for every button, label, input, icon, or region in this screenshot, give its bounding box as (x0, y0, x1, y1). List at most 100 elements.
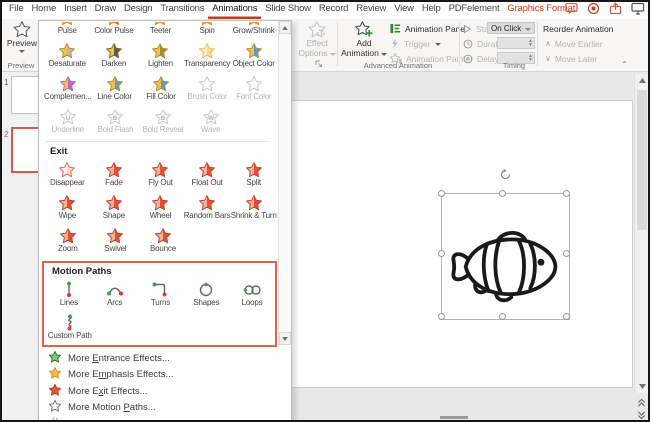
effect-wipe[interactable]: Wipe (44, 191, 91, 224)
tab-pdfelement[interactable]: PDFelement (445, 0, 504, 19)
presenter-icon[interactable] (631, 2, 645, 20)
star-icon (107, 226, 124, 244)
resize-handle[interactable] (438, 250, 445, 257)
scrollbar-thumb[interactable] (637, 90, 647, 230)
effect-disappear[interactable]: Disappear (44, 158, 91, 191)
collapse-ribbon-icon[interactable]: ⌃ (621, 60, 628, 69)
effect-color-pulse[interactable]: Color Pulse (91, 22, 138, 35)
vertical-scrollbar[interactable] (634, 74, 648, 393)
menu-item-ole-action-verbs: OLE Action Verbs... (39, 416, 291, 421)
effect-pulse[interactable]: Pulse (44, 22, 91, 35)
tab-design[interactable]: Design (120, 0, 156, 19)
tab-review[interactable]: Review (352, 0, 390, 19)
dialog-launcher-icon[interactable] (315, 60, 323, 68)
effect-options-button[interactable]: Effect Options (296, 21, 338, 58)
menu-item-more-entrance-effects[interactable]: More Entrance Effects... (39, 350, 291, 367)
star-icon (199, 74, 216, 92)
resize-handle[interactable] (563, 190, 570, 197)
move-later-button[interactable]: ∨ Move Later (545, 52, 597, 65)
slide-thumbnail-1[interactable] (11, 76, 40, 114)
next-slide-button[interactable] (634, 409, 648, 421)
chevron-down-icon (434, 43, 441, 46)
effect-label: Shapes (193, 298, 220, 307)
tab-slide-show[interactable]: Slide Show (261, 0, 315, 19)
effect-wheel[interactable]: Wheel (137, 191, 184, 224)
effect-lines[interactable]: Lines (46, 278, 92, 311)
effect-label: Fly Out (148, 178, 173, 187)
effect-desaturate[interactable]: Desaturate (44, 39, 91, 72)
comment-icon[interactable] (565, 2, 578, 20)
tab-insert[interactable]: Insert (60, 0, 91, 19)
add-animation-button[interactable]: Add Animation (341, 21, 387, 58)
effect-lighten[interactable]: Lighten (137, 39, 184, 72)
star-icon: B (107, 107, 124, 125)
gallery-scroll-down-icon[interactable] (279, 332, 291, 345)
resize-handle[interactable] (499, 190, 506, 197)
effect-swivel[interactable]: Swivel (92, 224, 140, 257)
effect-split[interactable]: Split (230, 158, 277, 191)
resize-handle[interactable] (563, 313, 570, 320)
effect-fade[interactable]: Fade (91, 158, 138, 191)
start-select[interactable]: On Click (487, 22, 535, 34)
effect-random-bars[interactable]: Random Bars (184, 191, 231, 224)
horizontal-scrollbar-thumb[interactable] (440, 416, 468, 419)
previous-slide-button[interactable] (634, 396, 648, 408)
effect-arcs[interactable]: Arcs (92, 278, 138, 311)
resize-handle[interactable] (438, 313, 445, 320)
trigger-button[interactable]: Trigger (390, 37, 441, 50)
effect-fill-color[interactable]: Fill Color (138, 72, 184, 105)
share-icon[interactable] (609, 2, 622, 20)
clownfish-image[interactable] (449, 224, 563, 308)
duration-spinner[interactable]: ▲ ▼ (497, 37, 535, 49)
effect-spin[interactable]: Spin (184, 22, 231, 35)
resize-handle[interactable] (563, 250, 570, 257)
effect-shape[interactable]: Shape (91, 191, 138, 224)
effect-teeter[interactable]: Teeter (137, 22, 184, 35)
effect-darken[interactable]: Darken (91, 39, 138, 72)
menu-item-more-motion-paths[interactable]: More Motion Paths... (39, 400, 291, 417)
effect-object-color[interactable]: Object Color (230, 39, 277, 72)
tab-view[interactable]: View (390, 0, 418, 19)
tab-file[interactable]: File (5, 0, 28, 19)
scroll-up-icon[interactable] (635, 74, 649, 87)
record-icon[interactable] (587, 2, 600, 20)
rotate-handle[interactable] (499, 168, 512, 181)
effect-loops[interactable]: Loops (229, 278, 275, 311)
tab-record[interactable]: Record (315, 0, 352, 19)
effect-label: Shape (102, 211, 125, 220)
gallery-scroll-up-icon[interactable] (279, 21, 291, 34)
tab-home[interactable]: Home (28, 0, 61, 19)
animation-pane-button[interactable]: Animation Pane (390, 22, 465, 35)
menu-item-more-exit-effects[interactable]: More Exit Effects... (39, 383, 291, 400)
tab-draw[interactable]: Draw (91, 0, 120, 19)
resize-handle[interactable] (438, 190, 445, 197)
resize-handle[interactable] (499, 313, 506, 320)
effect-float-out[interactable]: Float Out (184, 158, 231, 191)
effect-label: Bold Reveal (142, 125, 184, 134)
tab-transitions[interactable]: Transitions (156, 0, 208, 19)
menu-item-label: More Exit Effects... (68, 385, 148, 397)
effect-line-color[interactable]: Line Color (91, 72, 137, 105)
effect-custom-path[interactable]: Custom Path (46, 311, 94, 344)
menu-item-label: More Entrance Effects... (68, 352, 170, 364)
preview-button[interactable]: Preview (6, 21, 38, 53)
effect-complemen-[interactable]: Complemen... (44, 72, 92, 105)
effect-bounce[interactable]: Bounce (139, 224, 187, 257)
tab-help[interactable]: Help (418, 0, 445, 19)
effect-shrink-turn[interactable]: Shrink & Turn (230, 191, 277, 224)
effect-fly-out[interactable]: Fly Out (137, 158, 184, 191)
tab-animations[interactable]: Animations (208, 0, 261, 19)
effect-shapes[interactable]: Shapes (183, 278, 229, 311)
effect-label: Complemen... (44, 92, 92, 101)
effect-turns[interactable]: Turns (138, 278, 184, 311)
effect-transparency[interactable]: Transparency (184, 39, 230, 72)
effect-label: Line Color (97, 92, 132, 101)
gallery-scrollbar[interactable] (278, 21, 291, 345)
slide-thumbnail-2[interactable] (11, 127, 40, 173)
effect-grow-shrink[interactable]: Grow/Shrink (230, 22, 277, 35)
menu-item-more-emphasis-effects[interactable]: More Emphasis Effects... (39, 367, 291, 384)
scroll-down-icon[interactable] (635, 380, 649, 393)
effect-zoom[interactable]: Zoom (44, 224, 92, 257)
star-icon (199, 160, 215, 178)
move-earlier-button[interactable]: ∧ Move Earlier (545, 37, 603, 50)
